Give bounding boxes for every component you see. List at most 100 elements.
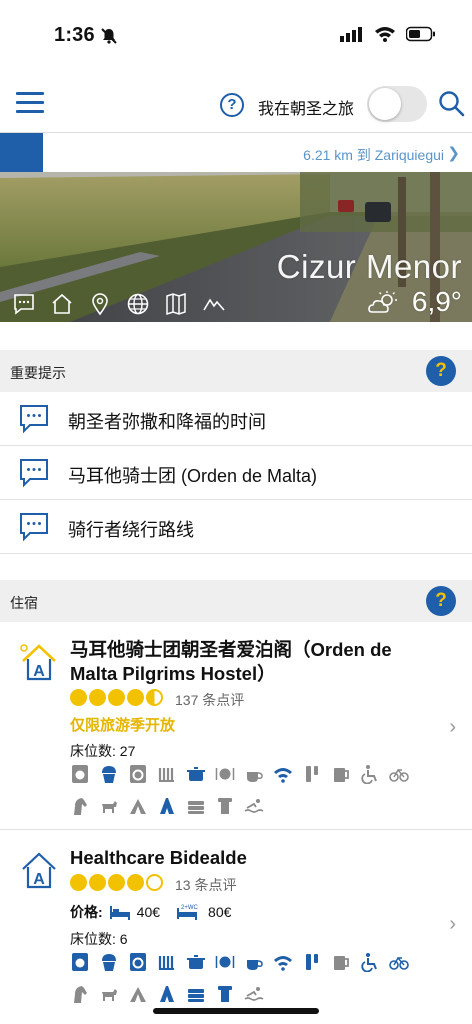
praying-hands-icon [160,986,174,1002]
rating-empty [146,874,163,891]
beer-mug-icon [334,768,349,782]
progress-block [0,133,43,173]
notice-item-cyclist-detour[interactable]: 骑行者绕行路线 [0,500,472,554]
rating-full [70,874,87,891]
rating-full [70,689,87,706]
sheets-icon [218,798,232,814]
sheets-icon [218,986,232,1002]
amenities-row [70,952,409,972]
lodging-name-line2: Malta Pilgrims Hostel） [70,663,276,684]
lodging-name: Healthcare Bidealde [70,847,247,868]
review-count[interactable]: 13 条点评 [175,875,236,895]
svg-text:A: A [33,871,45,888]
silent-bell-icon [101,28,117,44]
help-button[interactable]: ? [220,93,244,117]
map-icon[interactable] [164,292,188,316]
bed-icon [109,906,130,920]
search-icon[interactable] [438,90,466,118]
location-pin-icon[interactable] [88,292,112,316]
status-time: 1:36 [54,24,95,46]
town-name: Cizur Menor [276,248,462,285]
plate-cutlery-icon [215,768,235,780]
menu-line [16,92,44,95]
bicycle-icon [389,956,409,970]
plate-cutlery-icon [215,956,235,968]
rating-full [108,874,125,891]
wifi-icon [274,956,292,971]
chevron-right-icon: › [449,913,456,935]
lodging-help-button[interactable]: ? [426,586,456,616]
svg-text:A: A [33,663,45,680]
dog-icon [102,989,117,1001]
distance-text: 6.21 km 到 Zariquiegui [303,147,444,163]
lodging-item-orden-de-malta[interactable]: A 马耳他骑士团朝圣者爱泊阁（Orden de Malta Pilgrims H… [0,622,472,830]
beer-mug-icon [334,956,349,970]
price-row: 价格: 40€ 2+WC 80€ [70,902,231,922]
review-count[interactable]: 137 条点评 [175,690,244,710]
lodging-name-line1: 马耳他骑士团朝圣者爱泊阁（Orden de [70,639,392,660]
lodging-item-healthcare-bidealde[interactable]: A Healthcare Bidealde 13 条点评 价格: 40€ 2+W… [0,830,472,1024]
menu-line [16,101,44,104]
notice-item-order-of-malta[interactable]: 马耳他骑士团 (Orden de Malta) [0,446,472,500]
bicycle-icon [389,768,409,782]
lodging-title: 住宿 [10,595,38,611]
heater-icon [158,768,174,782]
cupcake-icon [102,954,116,971]
comment-icon[interactable] [12,292,36,316]
wheelchair-icon [361,953,377,972]
dog-icon [102,801,117,813]
status-bar: 1:36 [0,0,472,68]
pot-icon [187,955,205,969]
towels-icon [188,801,204,814]
town-hero-image: Cizur Menor 6,9° [0,172,472,322]
notice-item-mass-times[interactable]: 朝圣者弥撒和降福的时间 [0,392,472,446]
heater-icon [158,956,174,970]
key-icon [306,954,318,970]
next-stage-bar[interactable]: 6.21 km 到 Zariquiegui ❯ [0,132,472,173]
wheelchair-icon [361,765,377,784]
on-pilgrimage-label: 我在朝圣之旅 [258,101,355,118]
rating-full [89,689,106,706]
bed-count: 床位数: 27 [70,743,136,759]
rating-full [108,689,125,706]
rating-full [127,874,144,891]
partly-cloudy-icon [368,291,397,313]
dryer-icon [130,765,146,783]
washing-machine-icon [72,765,88,783]
svg-text:2+WC: 2+WC [181,905,199,911]
horse-icon [74,986,87,1003]
notices-title: 重要提示 [10,365,66,381]
toggle-knob [369,88,401,120]
rating-stars [70,689,163,706]
speech-bubble-icon [20,405,48,434]
lodging-name: 马耳他骑士团朝圣者爱泊阁（Orden de Malta Pilgrims Hos… [70,638,460,686]
notice-label: 骑行者绕行路线 [68,520,194,540]
bed-count: 床位数: 6 [70,931,128,947]
globe-icon[interactable] [126,292,150,316]
notice-label: 朝圣者弥撒和降福的时间 [68,412,266,432]
home-icon[interactable] [50,292,74,316]
menu-line [16,110,44,113]
speech-bubble-icon [20,513,48,542]
wifi-icon [274,768,292,783]
home-indicator[interactable] [153,1008,319,1014]
chevron-right-icon: › [449,716,456,738]
horse-icon [74,798,87,815]
notices-help-button[interactable]: ? [426,356,456,386]
elevation-profile-icon[interactable] [202,292,226,316]
amenities-row-2 [70,796,264,816]
dryer-icon [130,953,146,971]
praying-hands-icon [160,798,174,814]
price-bed: 40€ [136,904,161,920]
notices-section-header: 重要提示 ? [0,350,472,392]
price-label: 价格: [70,904,103,920]
coffee-cup-icon [247,772,263,782]
amenities-row-2 [70,984,264,1004]
rating-full [127,689,144,706]
temperature: 6,9° [411,286,462,317]
menu-button[interactable] [16,92,44,116]
on-pilgrimage-toggle[interactable] [367,86,427,122]
rating-stars [70,874,163,891]
tent-icon [130,987,146,1002]
towels-icon [188,989,204,1002]
